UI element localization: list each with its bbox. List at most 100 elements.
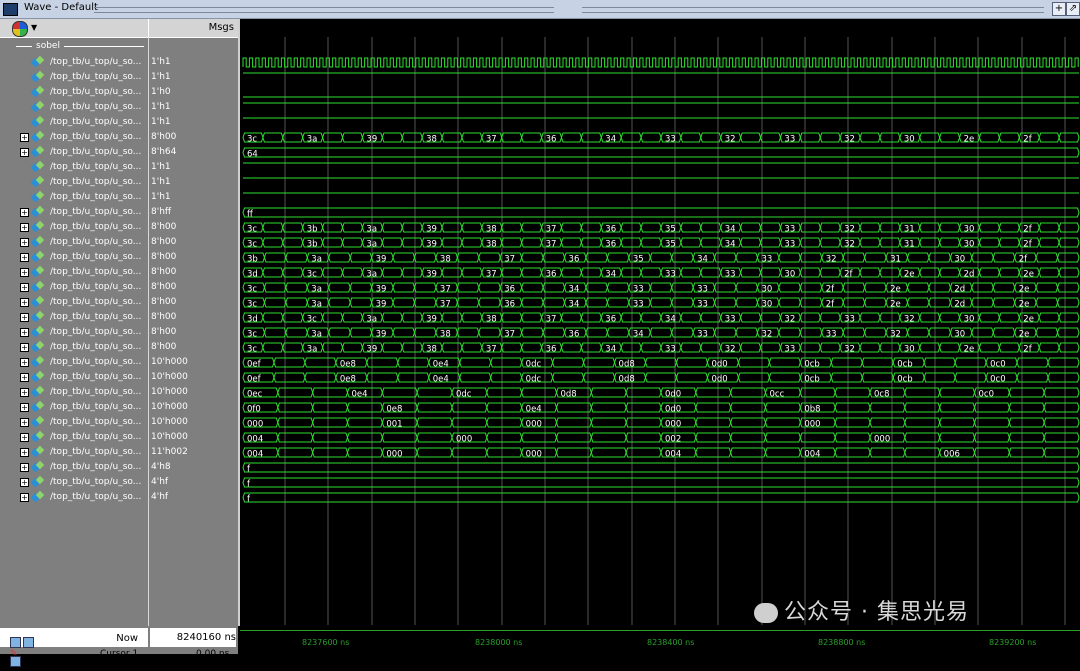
expand-icon[interactable]: + — [20, 328, 29, 337]
signal-row[interactable]: + /top_tb/u_top/u_so... 10'h000 — [0, 355, 238, 370]
bus-segment — [819, 132, 841, 143]
bus-segment — [640, 267, 662, 278]
expand-icon[interactable]: + — [20, 343, 29, 352]
bus-segment — [620, 222, 642, 233]
expand-icon[interactable]: + — [20, 313, 29, 322]
signal-row[interactable]: + /top_tb/u_top/u_so... 8'h00 — [0, 250, 238, 265]
bus-segment — [998, 342, 1020, 353]
expand-icon[interactable]: + — [20, 148, 29, 157]
signal-row[interactable]: /top_tb/u_top/u_so... 1'h1 — [0, 100, 238, 115]
expand-icon[interactable]: + — [20, 133, 29, 142]
bus-value-label: 36 — [504, 300, 515, 310]
column-divider[interactable] — [148, 19, 149, 37]
signal-row[interactable]: /top_tb/u_top/u_so... 1'h1 — [0, 115, 238, 130]
now-box: Now — [0, 628, 148, 667]
bus-segment — [262, 222, 284, 233]
expand-icon[interactable]: + — [20, 298, 29, 307]
expand-icon[interactable]: + — [20, 253, 29, 262]
signal-row[interactable]: /top_tb/u_top/u_so... 1'h1 — [0, 70, 238, 85]
bus-segment — [764, 447, 801, 458]
bus-value-label: 0e8 — [386, 405, 402, 415]
watermark-text: 公众号 · 集思光易 — [784, 600, 969, 625]
bus-segment — [366, 357, 399, 368]
signal-name: /top_tb/u_top/u_so... — [50, 117, 142, 127]
signal-row[interactable]: /top_tb/u_top/u_so... 1'h1 — [0, 55, 238, 70]
chevron-down-icon[interactable]: ▼ — [31, 23, 37, 32]
expand-icon[interactable]: + — [20, 388, 29, 397]
signal-row[interactable]: + /top_tb/u_top/u_so... 8'h00 — [0, 265, 238, 280]
expand-icon[interactable]: + — [20, 478, 29, 487]
signal-row[interactable]: /top_tb/u_top/u_so... 1'h0 — [0, 85, 238, 100]
signal-row[interactable]: + /top_tb/u_top/u_so... 4'hf — [0, 475, 238, 490]
expand-icon[interactable]: + — [20, 433, 29, 442]
waveform-canvas[interactable]: 3c 3a 39 38 37 36 34 33 32 33 32 30 2e 2f64ff3c 3b 3a 39… — [240, 37, 1080, 625]
lock-icon[interactable] — [23, 637, 34, 648]
expand-icon[interactable]: + — [20, 493, 29, 502]
signal-group-divider[interactable]: sobel — [0, 40, 148, 54]
bus-segment — [939, 132, 961, 143]
signal-name: /top_tb/u_top/u_so... — [50, 432, 142, 442]
signal-row[interactable]: + /top_tb/u_top/u_so... 8'h00 — [0, 295, 238, 310]
bus-segment — [1057, 282, 1080, 293]
window-titlebar[interactable]: Wave - Default + ⇗ — [0, 0, 1080, 19]
bus-segment — [864, 297, 887, 308]
expand-icon[interactable]: + — [20, 283, 29, 292]
signal-row[interactable]: + /top_tb/u_top/u_so... 8'h00 — [0, 325, 238, 340]
wave-toolbar-icon[interactable] — [12, 21, 28, 37]
signal-row[interactable]: + /top_tb/u_top/u_so... 10'h000 — [0, 370, 238, 385]
signal-row[interactable]: /top_tb/u_top/u_so... 1'h1 — [0, 160, 238, 175]
bus-segment — [879, 267, 901, 278]
signal-row[interactable]: + /top_tb/u_top/u_so... 10'h000 — [0, 385, 238, 400]
signal-row[interactable]: + /top_tb/u_top/u_so... 11'h002 — [0, 445, 238, 460]
signal-value: 10'h000 — [151, 357, 188, 367]
expand-icon[interactable]: + — [20, 223, 29, 232]
dock-button[interactable]: + — [1052, 2, 1066, 16]
titlebar-grip[interactable] — [94, 7, 554, 13]
signal-row[interactable]: + /top_tb/u_top/u_so... 8'h00 — [0, 130, 238, 145]
timeline-tick-label: 8238800 ns — [818, 638, 866, 647]
expand-icon[interactable]: + — [20, 358, 29, 367]
bus-segment — [542, 252, 566, 263]
zoom-icon[interactable] — [10, 637, 21, 648]
cursor-icon[interactable]: ✎ — [10, 649, 18, 659]
signal-value: 8'h00 — [151, 222, 177, 232]
signal-row[interactable]: + /top_tb/u_top/u_so... 8'h64 — [0, 145, 238, 160]
toolbar-icons[interactable] — [10, 633, 46, 667]
signal-icon — [30, 415, 45, 428]
signal-row[interactable]: + /top_tb/u_top/u_so... 8'h00 — [0, 280, 238, 295]
signal-row[interactable]: + /top_tb/u_top/u_so... 4'hf — [0, 490, 238, 505]
undock-button[interactable]: ⇗ — [1066, 2, 1080, 16]
expand-icon[interactable]: + — [20, 403, 29, 412]
expand-icon[interactable]: + — [20, 208, 29, 217]
signal-row[interactable]: /top_tb/u_top/u_so... 1'h1 — [0, 175, 238, 190]
bus-segment — [1035, 297, 1059, 308]
bus-value-label: 3c — [307, 270, 317, 280]
signal-row[interactable]: + /top_tb/u_top/u_so... 8'hff — [0, 205, 238, 220]
expand-icon[interactable]: + — [20, 463, 29, 472]
signal-row[interactable]: + /top_tb/u_top/u_so... 10'h000 — [0, 400, 238, 415]
titlebar-grip-right[interactable] — [582, 7, 1044, 13]
expand-icon[interactable]: + — [20, 373, 29, 382]
bus-segment — [819, 342, 841, 353]
signal-row[interactable]: + /top_tb/u_top/u_so... 8'h00 — [0, 340, 238, 355]
bus-segment — [456, 252, 480, 263]
signal-row[interactable]: + /top_tb/u_top/u_so... 10'h000 — [0, 415, 238, 430]
bus-segment — [486, 417, 523, 428]
expand-icon[interactable]: + — [20, 238, 29, 247]
bus-segment — [590, 402, 627, 413]
signal-row[interactable]: + /top_tb/u_top/u_so... 8'h00 — [0, 235, 238, 250]
signal-icon — [30, 190, 45, 203]
bus-segment — [695, 432, 732, 443]
bus-segment — [263, 297, 287, 308]
expand-icon[interactable]: + — [20, 418, 29, 427]
bus-value-label: 3c — [247, 345, 257, 355]
signal-row[interactable]: + /top_tb/u_top/u_so... 8'h00 — [0, 310, 238, 325]
bus-segment — [978, 342, 1000, 353]
signal-row[interactable]: + /top_tb/u_top/u_so... 4'h8 — [0, 460, 238, 475]
expand-icon[interactable]: + — [20, 448, 29, 457]
bus-segment — [799, 312, 821, 323]
signal-row[interactable]: + /top_tb/u_top/u_so... 10'h000 — [0, 430, 238, 445]
signal-row[interactable]: /top_tb/u_top/u_so... 1'h1 — [0, 190, 238, 205]
expand-icon[interactable]: + — [20, 268, 29, 277]
signal-row[interactable]: + /top_tb/u_top/u_so... 8'h00 — [0, 220, 238, 235]
